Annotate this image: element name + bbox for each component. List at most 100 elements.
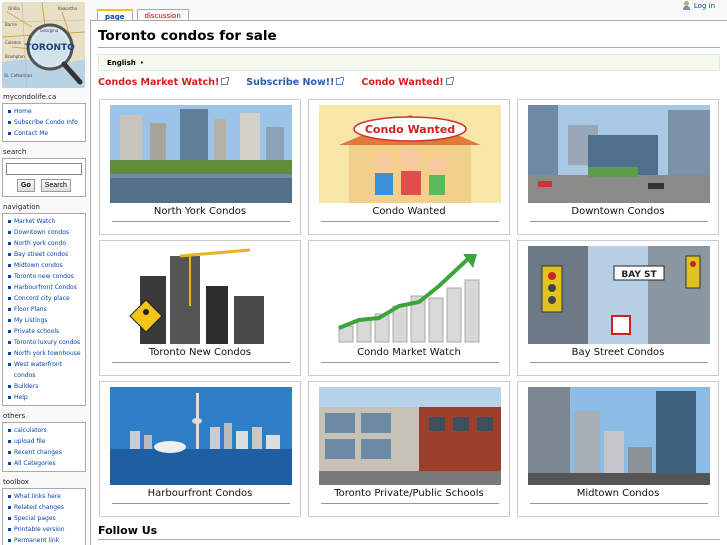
card-north-york[interactable]: North York Condos [99,99,301,235]
svg-text:Brampton: Brampton [5,54,25,59]
bay-street-sign-text: BAY ST [621,270,657,280]
top-bar: page discussion Log in [0,0,727,24]
search-input[interactable] [6,163,82,175]
downtown-street-image [528,105,710,203]
sidebar-item-related-changes[interactable]: Related changes [6,502,85,513]
card-label: Toronto Private/Public Schools [334,488,484,499]
svg-text:Barrie: Barrie [5,22,18,27]
card-harbourfront[interactable]: Harbourfront Condos [99,381,301,517]
follow-divider [98,539,720,540]
sidebar-item-downtown[interactable]: Downtown condos [6,227,85,238]
sidebar-item-special-pages[interactable]: Special pages [6,513,85,524]
sidebar-item-west-waterfront[interactable]: West waterfront condos [6,359,85,381]
card-label: Downtown Condos [571,206,665,217]
go-button[interactable]: Go [17,179,35,192]
external-link-icon [445,77,454,85]
sidebar-item-new-condos[interactable]: Toronto new condos [6,271,85,282]
sidebar-item-harbourfront[interactable]: Harbourfront Condos [6,282,85,293]
main-content: Toronto condos for sale English • Condos … [90,20,727,545]
svg-text:St. Catharines: St. Catharines [4,73,32,78]
card-midtown[interactable]: Midtown Condos [517,381,719,517]
promo-links: Condos Market Watch! Subscribe Now!! Con… [98,77,454,88]
sidebar-item-printable[interactable]: Printable version [6,524,85,535]
language-bar: English • [98,54,720,71]
sidebar-item-all-categories[interactable]: All Categories [6,458,85,469]
card-new-condos[interactable]: Toronto New Condos [99,240,301,376]
portlet-site: mycondolife.ca Home Subscribe Condo Info… [0,93,88,142]
title-divider [98,47,720,48]
card-label: Toronto New Condos [148,347,252,358]
follow-us-heading: Follow Us [98,524,158,537]
language-separator: • [139,59,144,67]
portlet-search-heading: search [3,148,27,156]
login-label: Log in [693,1,715,10]
sidebar-item-builders[interactable]: Builders [6,381,85,392]
card-market-watch[interactable]: Condo Market Watch [308,240,510,376]
condo-gallery: North York Condos Condo Wanted Condo Wan… [99,99,719,517]
condo-wanted-cartoon-image: Condo Wanted [319,105,501,203]
login-link[interactable]: Log in [682,1,715,10]
sidebar-item-permanent-link[interactable]: Permanent link [6,535,85,545]
card-label: Midtown Condos [576,488,660,499]
language-link[interactable]: English [107,59,136,67]
condo-wanted-sign-text: Condo Wanted [365,123,455,136]
sidebar-item-contact[interactable]: Contact Me [6,128,85,139]
card-label: Condo Market Watch [357,347,461,358]
card-schools[interactable]: Toronto Private/Public Schools [308,381,510,517]
sidebar-item-recent-changes[interactable]: Recent changes [6,447,85,458]
site-logo[interactable]: TORONTO Orillia Kawartha Barrie Georgina… [2,2,85,88]
sidebar-item-calculators[interactable]: calculators [6,425,85,436]
sidebar-item-floor-plans[interactable]: Floor Plans [6,304,85,315]
north-york-towers-image [110,105,292,203]
sidebar-item-concord[interactable]: Concord city place [6,293,85,304]
svg-text:Caledon: Caledon [5,40,22,45]
sidebar-item-private-schools[interactable]: Private schools [6,326,85,337]
svg-text:Georgina: Georgina [40,28,59,33]
portlet-others: others calculators upload file Recent ch… [0,412,88,472]
card-label: North York Condos [153,206,247,217]
sidebar-item-townhouse[interactable]: North york townhouse [6,348,85,359]
portlet-navigation: navigation Market Watch Downtown condos … [0,203,88,406]
sidebar: mycondolife.ca Home Subscribe Condo Info… [0,93,88,545]
card-label: Harbourfront Condos [147,488,253,499]
portlet-search: search Go Search [0,148,88,197]
crane-construction-image [110,246,292,344]
portlet-navigation-heading: navigation [3,203,40,211]
card-label: Bay Street Condos [571,347,665,358]
school-building-image [319,387,501,485]
sidebar-item-midtown[interactable]: Midtown condos [6,260,85,271]
search-button[interactable]: Search [40,179,71,192]
promo-condo-wanted-link[interactable]: Condo Wanted! [361,77,454,88]
sidebar-item-subscribe[interactable]: Subscribe Condo Info [6,117,85,128]
external-link-icon [336,77,345,85]
page-title: Toronto condos for sale [98,28,277,44]
card-downtown[interactable]: Downtown Condos [517,99,719,235]
portlet-site-heading: mycondolife.ca [3,93,57,101]
growth-bar-chart-image [319,246,501,344]
toronto-map-magnifier-icon: TORONTO Orillia Kawartha Barrie Georgina… [2,2,85,88]
card-condo-wanted[interactable]: Condo Wanted Condo Wanted [308,99,510,235]
wiki-page: page discussion Log in TORONTO Orillia K… [0,0,727,545]
logo-city-label: TORONTO [25,43,75,53]
sidebar-item-north-york[interactable]: North york condo [6,238,85,249]
sidebar-item-help[interactable]: Help [6,392,85,403]
svg-text:Kawartha: Kawartha [58,6,77,11]
sidebar-item-upload[interactable]: upload file [6,436,85,447]
promo-market-watch-link[interactable]: Condos Market Watch! [98,77,230,88]
svg-text:Orillia: Orillia [8,6,20,11]
midtown-towers-image [528,387,710,485]
sidebar-item-my-listings[interactable]: My Listings [6,315,85,326]
user-icon [682,1,691,10]
external-link-icon [221,77,230,85]
sidebar-item-bay-street[interactable]: Bay street condos [6,249,85,260]
portlet-toolbox: toolbox What links here Related changes … [0,478,88,545]
sidebar-item-home[interactable]: Home [6,106,85,117]
card-bay-street[interactable]: BAY ST Bay Street Condos [517,240,719,376]
sidebar-item-luxury[interactable]: Toronto luxury condos [6,337,85,348]
skyline-cn-tower-image [110,387,292,485]
card-label: Condo Wanted [372,206,446,217]
sidebar-item-market-watch[interactable]: Market Watch [6,216,85,227]
sidebar-item-what-links[interactable]: What links here [6,491,85,502]
bay-street-sign-image: BAY ST [528,246,710,344]
promo-subscribe-link[interactable]: Subscribe Now!! [246,77,345,88]
